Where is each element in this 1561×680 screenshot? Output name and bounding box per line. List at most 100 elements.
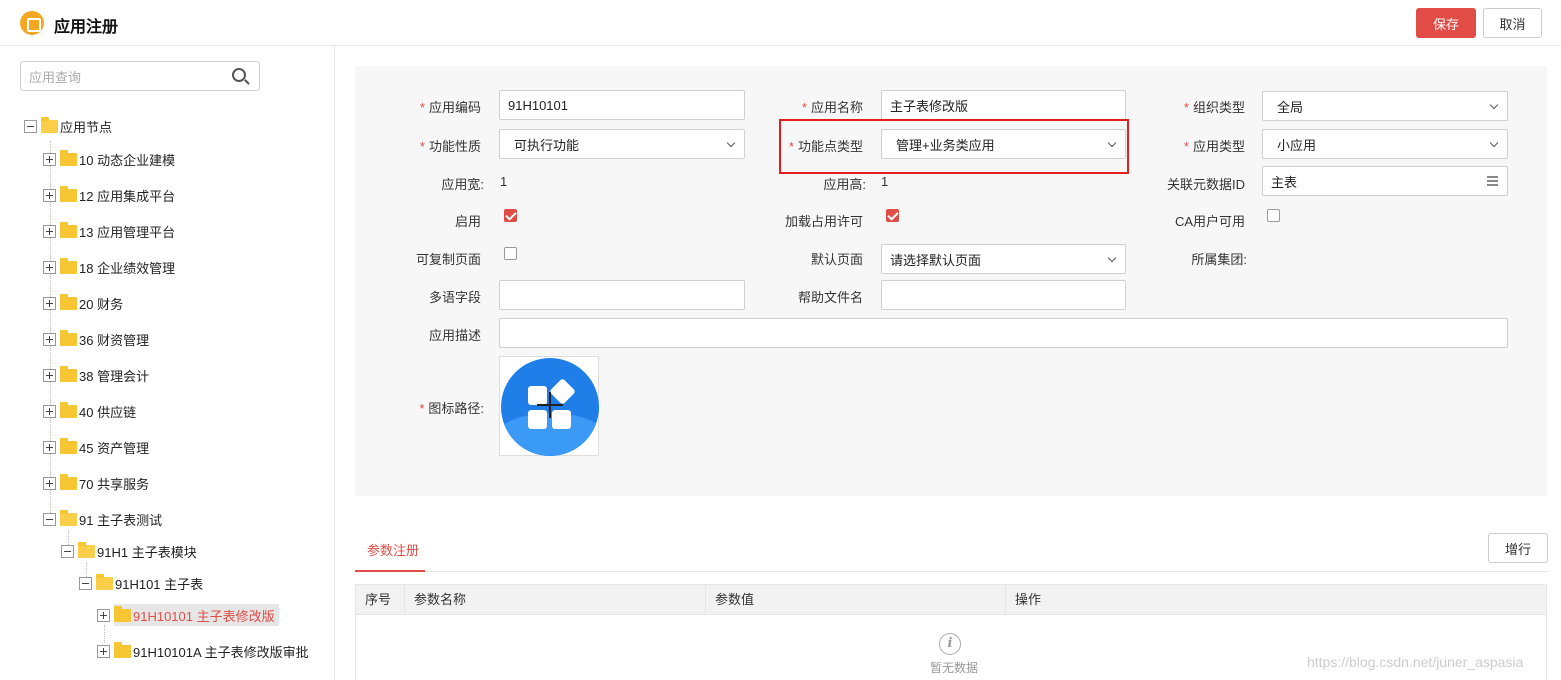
org-type-select[interactable]: 全局 [1262, 91, 1508, 121]
app-code-input[interactable]: 91H10101 [499, 90, 745, 120]
func-nature-select[interactable]: 可执行功能 [499, 129, 745, 159]
add-row-button[interactable]: 增行 [1488, 533, 1548, 563]
tree-node[interactable]: 38 管理会计 [43, 364, 149, 386]
folder-open-icon [78, 541, 95, 558]
table-header: 序号 参数名称 参数值 操作 [356, 585, 1546, 615]
tree-node[interactable]: 45 资产管理 [43, 436, 149, 458]
expand-icon[interactable] [97, 644, 110, 658]
app-logo-icon [20, 11, 44, 35]
org-type-label: * 组织类型 [1183, 100, 1245, 115]
search-icon[interactable] [232, 68, 246, 82]
folder-icon [60, 257, 77, 274]
icon-path-label: * 图标路径: [419, 401, 484, 416]
tree-node[interactable]: 91H1 主子表模块 [61, 540, 197, 562]
collapse-icon[interactable] [61, 544, 74, 558]
expand-icon[interactable] [43, 260, 56, 274]
expand-icon[interactable] [43, 404, 56, 418]
expand-icon[interactable] [43, 332, 56, 346]
tree-node[interactable]: 13 应用管理平台 [43, 220, 175, 242]
folder-open-icon [60, 509, 77, 526]
folder-icon [60, 185, 77, 202]
watermark: https://blog.csdn.net/juner_aspasia [1307, 654, 1524, 670]
app-type-select[interactable]: 小应用 [1262, 129, 1508, 159]
active-tab-indicator [355, 570, 425, 572]
func-nature-label: * 功能性质 [419, 139, 481, 154]
chevron-down-icon [1489, 100, 1499, 110]
chevron-down-icon [1107, 253, 1117, 263]
tree-node[interactable]: 91 主子表测试 [43, 508, 162, 530]
help-file-input[interactable] [881, 280, 1126, 310]
app-name-label: * 应用名称 [801, 100, 863, 115]
cancel-button[interactable]: 取消 [1483, 8, 1542, 38]
tab-param-register[interactable]: 参数注册 [367, 540, 419, 559]
tree-node[interactable]: 12 应用集成平台 [43, 184, 175, 206]
expand-icon[interactable] [43, 296, 56, 310]
chevron-down-icon [1489, 138, 1499, 148]
tree-node[interactable]: 10 动态企业建模 [43, 148, 175, 170]
app-name-input[interactable]: 主子表修改版 [881, 90, 1126, 120]
tree-node[interactable]: 18 企业绩效管理 [43, 256, 175, 278]
tree-node[interactable]: 91H101 主子表 [79, 572, 203, 594]
collapse-icon[interactable] [43, 512, 56, 526]
description-label: 应用描述 [428, 328, 481, 343]
folder-icon [60, 401, 77, 418]
description-input[interactable] [499, 318, 1508, 348]
search-input[interactable] [29, 68, 229, 86]
copyable-page-label: 可复制页面 [415, 252, 481, 267]
expand-icon[interactable] [43, 368, 56, 382]
chevron-down-icon [726, 138, 736, 148]
expand-icon[interactable] [43, 152, 56, 166]
meta-id-input[interactable]: 主表 [1262, 166, 1508, 196]
expand-icon[interactable] [43, 224, 56, 238]
column-header: 参数名称 [405, 585, 706, 615]
tree-node[interactable]: 20 财务 [43, 292, 123, 314]
folder-icon [114, 641, 131, 658]
help-file-label: 帮助文件名 [797, 290, 863, 305]
tree-node-root[interactable]: 应用节点 [24, 115, 112, 137]
page-header: 应用注册 保存 取消 [0, 0, 1561, 46]
folder-icon [60, 437, 77, 454]
tree-node-selected[interactable]: 91H10101 主子表修改版 [97, 604, 279, 626]
default-page-label: 默认页面 [810, 252, 863, 267]
copyable-page-checkbox[interactable] [504, 247, 517, 260]
empty-state-text: 暂无数据 [930, 661, 979, 675]
multilang-input[interactable] [499, 280, 745, 310]
expand-icon[interactable] [97, 608, 110, 622]
expand-icon[interactable] [43, 188, 56, 202]
selected-node-highlight[interactable]: 91H10101 主子表修改版 [114, 604, 279, 626]
app-height-value: 1 [881, 174, 889, 189]
app-width-value: 1 [500, 174, 508, 189]
collapse-icon[interactable] [24, 119, 37, 133]
folder-icon [60, 329, 77, 346]
expand-icon[interactable] [43, 476, 56, 490]
load-license-label: 加载占用许可 [784, 214, 863, 229]
icon-upload[interactable] [499, 356, 599, 456]
ca-user-label: CA用户可用 [1174, 214, 1245, 229]
app-code-label: * 应用编码 [419, 100, 481, 115]
multilang-label: 多语字段 [428, 290, 481, 305]
column-header: 操作 [1015, 592, 1042, 607]
folder-icon [60, 365, 77, 382]
folder-icon [114, 605, 131, 622]
folder-icon [60, 473, 77, 490]
ca-user-checkbox[interactable] [1267, 209, 1280, 222]
list-icon[interactable] [1487, 176, 1498, 186]
search-box[interactable] [20, 61, 260, 91]
folder-open-icon [41, 116, 58, 133]
expand-icon[interactable] [43, 440, 56, 454]
tree-node[interactable]: 91H10101A 主子表修改版审批 [97, 640, 309, 662]
tree-node[interactable]: 40 供应链 [43, 400, 136, 422]
load-license-checkbox[interactable] [886, 209, 899, 222]
app-type-label: * 应用类型 [1183, 139, 1245, 154]
save-button[interactable]: 保存 [1416, 8, 1476, 38]
tree-node[interactable]: 36 财资管理 [43, 328, 149, 350]
default-page-select[interactable]: 请选择默认页面 [881, 244, 1126, 274]
info-icon: i [939, 633, 961, 655]
app-width-label: 应用宽: [441, 177, 484, 192]
tree-node[interactable]: 70 共享服务 [43, 472, 149, 494]
folder-icon [60, 221, 77, 238]
enabled-checkbox[interactable] [504, 209, 517, 222]
collapse-icon[interactable] [79, 576, 92, 590]
app-height-label: 应用高: [823, 177, 866, 192]
enabled-label: 启用 [454, 214, 481, 229]
